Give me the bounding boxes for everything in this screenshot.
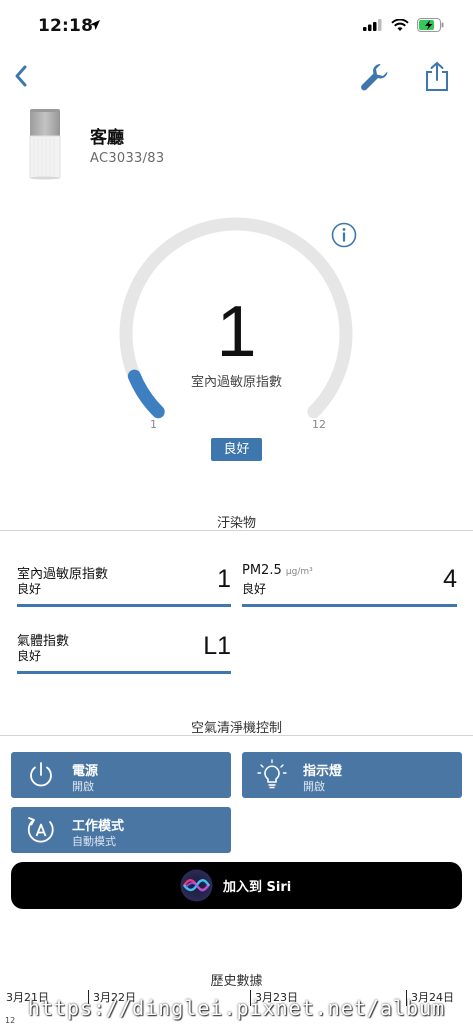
mode-status: 自動模式: [72, 835, 116, 848]
auto-mode-icon: [27, 817, 54, 843]
power-button[interactable]: 電源 開啟: [11, 752, 231, 798]
mode-button[interactable]: 工作模式 自動模式: [11, 807, 231, 853]
gauge-min-label: 1: [150, 418, 157, 431]
light-label: 指示燈: [303, 764, 343, 779]
location-arrow-icon: [90, 20, 100, 30]
battery-charging-icon: [417, 18, 444, 32]
metric-pm25: PM2.5 μg/m³ 良好 4: [242, 563, 457, 607]
status-time: 12:18: [38, 16, 94, 36]
metric-value: L1: [203, 632, 231, 660]
wifi-icon: [391, 18, 409, 31]
wrench-icon[interactable]: [358, 60, 394, 94]
light-bulb-icon: [257, 759, 287, 789]
history-section-title: 歷史數據: [210, 974, 263, 989]
cellular-signal-icon: [363, 19, 382, 31]
gauge-max-label: 12: [312, 418, 326, 431]
metric-value: 4: [443, 565, 457, 593]
metric-gas-index: 氣體指數 良好 L1: [17, 630, 231, 674]
back-chevron-icon[interactable]: [10, 60, 36, 92]
status-icons: [363, 18, 445, 32]
light-status: 開啟: [303, 780, 325, 793]
metric-allergen-index: 室內過敏原指數 良好 1: [17, 563, 231, 607]
power-status: 開啟: [72, 780, 94, 793]
add-to-siri-label: 加入到 Siri: [223, 880, 292, 895]
share-icon[interactable]: [422, 60, 452, 94]
air-purifier-image: [29, 109, 61, 180]
status-badge: 良好: [211, 438, 262, 461]
controls-section-title: 空氣清淨機控制: [190, 721, 282, 736]
metric-value: 1: [217, 565, 231, 593]
gauge-label: 室內過敏原指數: [190, 375, 282, 390]
mode-label: 工作模式: [72, 819, 125, 834]
metric-status: 良好: [17, 582, 42, 596]
metric-status: 良好: [242, 582, 267, 596]
light-button[interactable]: 指示燈 開啟: [242, 752, 462, 798]
device-name: 客廳: [90, 128, 124, 148]
device-model: AC3033/83: [90, 151, 165, 166]
pollutants-section-title: 汙染物: [216, 516, 256, 531]
metric-name-text: PM2.5: [242, 563, 282, 578]
siri-orb-icon: [180, 869, 213, 902]
metric-name: PM2.5 μg/m³: [242, 563, 313, 578]
section-divider: [0, 530, 473, 531]
metric-status: 良好: [17, 649, 42, 663]
metric-unit: μg/m³: [285, 567, 313, 577]
status-bar: 12:18: [0, 0, 473, 54]
power-icon: [30, 762, 52, 787]
add-to-siri-button[interactable]: 加入到 Siri: [11, 862, 462, 909]
power-label: 電源: [72, 764, 99, 779]
section-divider: [0, 735, 473, 736]
gauge-value: 1: [216, 292, 257, 372]
watermark: https://dinglei.pixnet.net/album: [27, 996, 446, 1020]
